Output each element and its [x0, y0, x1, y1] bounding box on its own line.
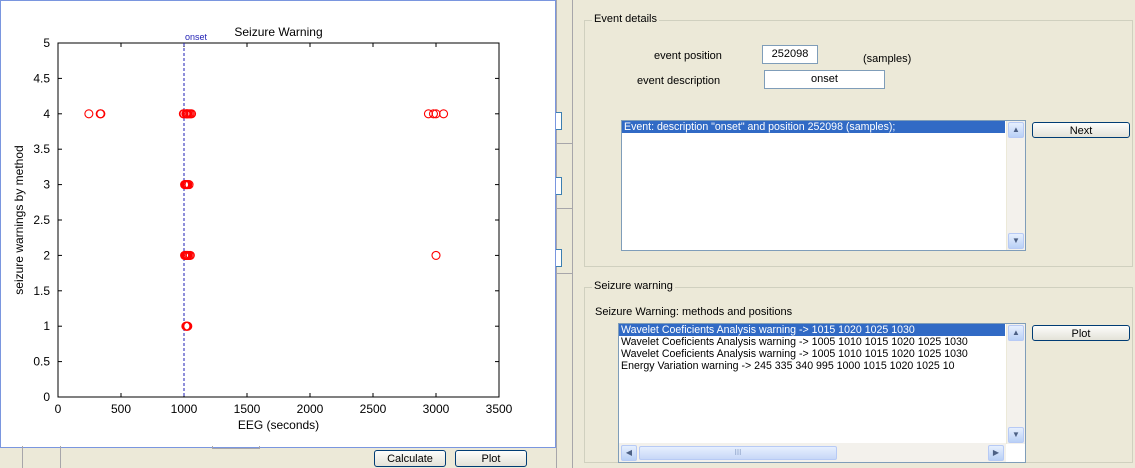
x-tick-label: 0: [55, 402, 62, 416]
y-tick-label: 1.5: [33, 284, 50, 298]
y-tick-label: 1: [43, 319, 50, 333]
list-item[interactable]: Event: description "onset" and position …: [622, 121, 1005, 133]
scroll-down-icon[interactable]: ▼: [1008, 427, 1024, 443]
divider: [60, 446, 61, 468]
y-tick-label: 2: [43, 248, 50, 262]
list-item[interactable]: Wavelet Coeficients Analysis warning -> …: [619, 324, 1005, 336]
scroll-up-icon[interactable]: ▲: [1008, 122, 1024, 138]
y-tick-label: 0: [43, 390, 50, 404]
warning-list: Wavelet Coeficients Analysis warning -> …: [619, 324, 1005, 372]
scroll-down-icon[interactable]: ▼: [1008, 233, 1024, 249]
hscroll-thumb[interactable]: III: [639, 446, 837, 460]
x-tick-label: 3000: [423, 402, 450, 416]
event-details-title: Event details: [592, 13, 659, 25]
plot-button-bottom[interactable]: Plot: [455, 450, 527, 467]
x-tick-label: 3500: [486, 402, 513, 416]
event-position-label: event position: [654, 50, 722, 62]
y-tick-label: 2.5: [33, 213, 50, 227]
divider: [556, 0, 557, 468]
event-position-unit: (samples): [863, 53, 912, 65]
seizure-warning-title: Seizure warning: [592, 280, 675, 292]
divider: [556, 143, 573, 144]
y-axis-label: seizure warnings by method: [12, 145, 26, 294]
event-description-label: event description: [637, 75, 721, 87]
event-listbox[interactable]: Event: description "onset" and position …: [621, 120, 1026, 251]
y-tick-label: 3.5: [33, 142, 50, 156]
y-tick-label: 4.5: [33, 71, 50, 85]
x-tick-label: 2000: [297, 402, 324, 416]
divider: [556, 273, 573, 274]
y-tick-label: 0.5: [33, 355, 50, 369]
next-button[interactable]: Next: [1032, 122, 1130, 138]
middle-strip: [556, 0, 576, 468]
x-tick-label: 500: [111, 402, 131, 416]
tab-notch: [212, 446, 260, 449]
warning-list-hscrollbar[interactable]: ◀ III ▶: [619, 443, 1006, 462]
list-item[interactable]: Wavelet Coeficients Analysis warning -> …: [619, 348, 1005, 360]
hidden-control-stub[interactable]: [556, 112, 562, 130]
hidden-control-stub[interactable]: [556, 177, 562, 195]
y-tick-label: 5: [43, 36, 50, 50]
event-description-field[interactable]: onset: [764, 70, 885, 89]
divider: [556, 208, 573, 209]
y-tick-label: 4: [43, 107, 50, 121]
seizure-warning-subtitle: Seizure Warning: methods and positions: [595, 306, 793, 318]
event-list-scrollbar[interactable]: ▲ ▼: [1006, 121, 1025, 250]
list-item[interactable]: Energy Variation warning -> 245 335 340 …: [619, 360, 1005, 372]
event-list: Event: description "onset" and position …: [622, 121, 1005, 133]
plot-warning-button[interactable]: Plot: [1032, 325, 1130, 341]
event-position-field[interactable]: 252098: [762, 45, 818, 64]
y-tick-label: 3: [43, 178, 50, 192]
warning-list-vscrollbar[interactable]: ▲ ▼: [1006, 324, 1025, 444]
x-axis-label: EEG (seconds): [238, 418, 319, 432]
scroll-right-icon[interactable]: ▶: [988, 445, 1004, 461]
x-tick-label: 1500: [234, 402, 261, 416]
scroll-left-icon[interactable]: ◀: [621, 445, 637, 461]
list-item[interactable]: Wavelet Coeficients Analysis warning -> …: [619, 336, 1005, 348]
x-tick-label: 1000: [171, 402, 198, 416]
warning-listbox[interactable]: Wavelet Coeficients Analysis warning -> …: [618, 323, 1026, 463]
plot-area: [57, 42, 500, 398]
chart-title: Seizure Warning: [234, 25, 322, 39]
divider: [22, 446, 23, 468]
x-tick-label: 2500: [360, 402, 387, 416]
calculate-button[interactable]: Calculate: [374, 450, 446, 467]
seizure-warning-chart: 0 500 1000 1500 2000 2500 3000 3500 0 0.5 1 1.5 2 2.5…: [12, 25, 513, 432]
divider: [572, 0, 573, 468]
onset-label: onset: [185, 32, 208, 42]
scroll-up-icon[interactable]: ▲: [1008, 325, 1024, 341]
figure-window: 0 500 1000 1500 2000 2500 3000 3500 0 0.5 1 1.5 2 2.5…: [0, 0, 556, 448]
hidden-control-stub[interactable]: [556, 249, 562, 267]
